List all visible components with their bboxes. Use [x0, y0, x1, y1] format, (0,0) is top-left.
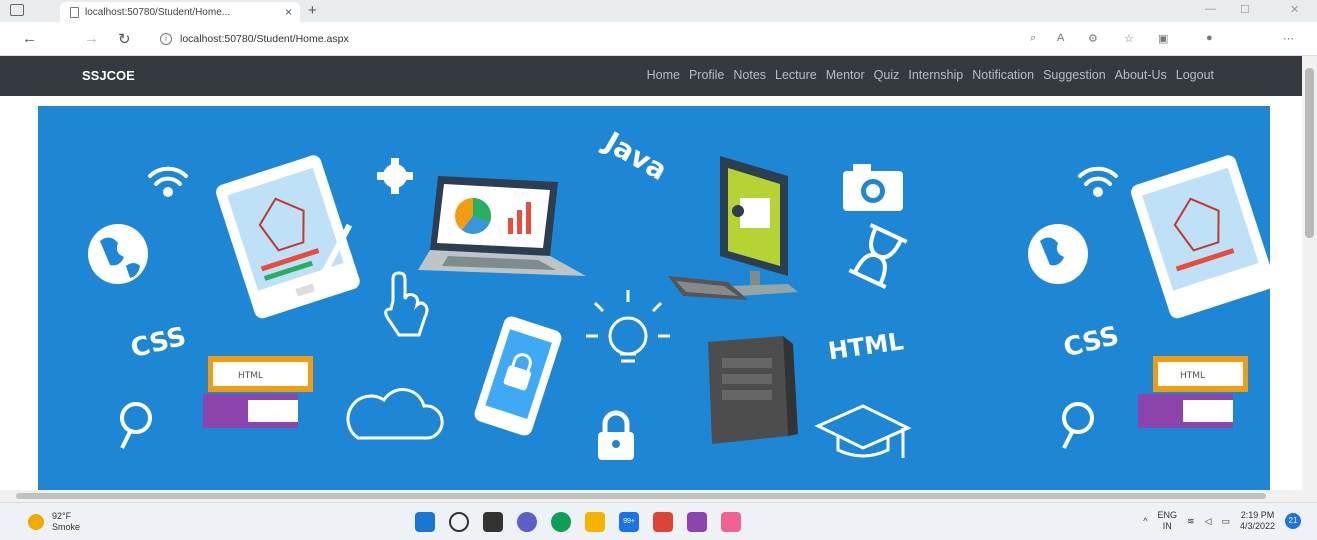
wifi-tray-icon[interactable]: ≋: [1187, 516, 1195, 527]
horizontal-scroll-thumb[interactable]: [16, 493, 1266, 499]
browser-tab[interactable]: localhost:50780/Student/Home... ×: [60, 2, 300, 22]
mail-icon[interactable]: 99+: [619, 512, 639, 532]
start-icon[interactable]: [415, 512, 435, 532]
notification-badge[interactable]: 21: [1285, 513, 1301, 529]
tablet-icon: [216, 155, 360, 319]
extensions-icon[interactable]: ⚙: [1088, 32, 1098, 45]
taskbar-apps: 99+: [415, 512, 741, 532]
system-tray: ^ ENG IN ≋ ◁ ▭ 2:19 PM 4/3/2022 21: [1143, 510, 1301, 532]
file-explorer-icon[interactable]: [585, 512, 605, 532]
site-brand[interactable]: SSJCOE: [82, 68, 135, 83]
new-tab-button[interactable]: +: [308, 2, 317, 19]
task-view-icon[interactable]: [483, 512, 503, 532]
battery-icon[interactable]: ▭: [1221, 516, 1230, 527]
css-label-right: CSS: [1061, 321, 1122, 364]
nav-notes[interactable]: Notes: [733, 68, 766, 82]
close-window-icon[interactable]: ✕: [1290, 3, 1299, 16]
bulb-icon: [586, 290, 670, 363]
language-indicator[interactable]: ENG IN: [1157, 510, 1177, 532]
volume-icon[interactable]: ◁: [1205, 516, 1212, 527]
clock-date: 4/3/2022: [1239, 521, 1275, 531]
padlock-icon: [598, 410, 634, 460]
graduation-cap-icon: [814, 404, 912, 458]
magnifier-icon-right: [1062, 402, 1094, 449]
app-icon[interactable]: [721, 512, 741, 532]
nav-about-us[interactable]: About-Us: [1115, 68, 1167, 82]
store-icon[interactable]: [653, 512, 673, 532]
server-icon: [708, 336, 798, 444]
nav-notification[interactable]: Notification: [972, 68, 1034, 82]
globe-icon-right: [1028, 224, 1088, 284]
css-label-left: CSS: [128, 322, 189, 365]
pointer-hand-icon: [384, 271, 429, 337]
book-label: HTML: [238, 371, 263, 381]
address-bar-row: ← → ↻ i localhost:50780/Student/Home.asp…: [0, 22, 1317, 56]
page-icon: [70, 6, 79, 18]
read-aloud-icon[interactable]: A: [1057, 32, 1064, 44]
more-icon[interactable]: ⋯: [1283, 32, 1294, 45]
page-content: Java HTML CSS HTML CSS HTML: [0, 96, 1302, 490]
wifi-icon: [148, 166, 188, 197]
visual-studio-icon[interactable]: [687, 512, 707, 532]
nav-lecture[interactable]: Lecture: [775, 68, 817, 82]
nav-internship[interactable]: Internship: [908, 68, 963, 82]
magnifier-icon: [120, 402, 152, 449]
nav-profile[interactable]: Profile: [689, 68, 724, 82]
nav-logout[interactable]: Logout: [1176, 68, 1214, 82]
sidebar-icon[interactable]: [10, 4, 24, 16]
vertical-scroll-thumb[interactable]: [1305, 68, 1314, 238]
back-icon[interactable]: ←: [22, 30, 37, 47]
browser-tab-strip: localhost:50780/Student/Home... × + — ☐ …: [0, 0, 1317, 22]
wifi-icon-right: [1078, 166, 1118, 197]
refresh-icon[interactable]: ↻: [118, 30, 131, 48]
hourglass-icon: [848, 223, 908, 289]
hero-banner: Java HTML CSS HTML CSS HTML: [38, 106, 1270, 490]
site-navbar: SSJCOE Home Profile Notes Lecture Mentor…: [0, 56, 1302, 96]
chat-icon[interactable]: [517, 512, 537, 532]
nav-mentor[interactable]: Mentor: [826, 68, 865, 82]
search-icon[interactable]: [449, 512, 469, 532]
nav-menu: Home Profile Notes Lecture Mentor Quiz I…: [647, 68, 1214, 82]
tablet-icon-right: [1131, 155, 1270, 319]
nav-home[interactable]: Home: [647, 68, 680, 82]
chevron-up-icon[interactable]: ^: [1143, 516, 1147, 526]
java-label: Java: [597, 124, 673, 187]
favorites-icon[interactable]: ☆: [1124, 32, 1134, 45]
search-page-icon[interactable]: ⌕: [1030, 32, 1036, 45]
maximize-icon[interactable]: ☐: [1240, 3, 1250, 16]
tab-close-icon[interactable]: ×: [285, 5, 292, 19]
forward-icon[interactable]: →: [84, 30, 99, 47]
language-code: ENG: [1157, 510, 1177, 520]
info-icon[interactable]: i: [160, 33, 172, 45]
tab-title: localhost:50780/Student/Home...: [85, 6, 231, 18]
globe-icon: [88, 224, 148, 284]
clock[interactable]: 2:19 PM 4/3/2022: [1240, 510, 1275, 532]
books-icon-right: HTML: [1138, 356, 1248, 428]
monitor-icon: [720, 156, 798, 296]
region-code: IN: [1162, 521, 1172, 531]
profile-icon[interactable]: ●: [1206, 32, 1213, 44]
laptop-icon: [418, 176, 586, 276]
collections-icon[interactable]: ▣: [1158, 32, 1168, 45]
phone-lock-icon: [474, 316, 562, 436]
banner-illustration: Java HTML CSS HTML CSS HTML: [88, 124, 1270, 460]
temperature: 92°F: [52, 511, 72, 521]
cloud-icon: [346, 388, 444, 440]
gear-icon: [377, 158, 413, 194]
camera-icon: [843, 164, 903, 211]
html-label: HTML: [826, 327, 905, 365]
windows-taskbar: 92°F Smoke 99+ ^ ENG IN ≋ ◁ ▭ 2:19 PM 4/…: [0, 502, 1317, 540]
nav-quiz[interactable]: Quiz: [874, 68, 900, 82]
weather-condition: Smoke: [52, 522, 81, 532]
book-label-right: HTML: [1180, 371, 1205, 381]
url-text: localhost:50780/Student/Home.aspx: [180, 33, 349, 45]
weather-icon: [28, 514, 44, 530]
clock-time: 2:19 PM: [1240, 510, 1275, 520]
weather-widget[interactable]: 92°F Smoke: [28, 511, 80, 533]
edge-icon[interactable]: [551, 512, 571, 532]
url-field[interactable]: i localhost:50780/Student/Home.aspx: [160, 29, 1170, 49]
nav-suggestion[interactable]: Suggestion: [1043, 68, 1106, 82]
minimize-icon[interactable]: —: [1205, 3, 1216, 15]
books-icon: HTML: [203, 356, 313, 428]
